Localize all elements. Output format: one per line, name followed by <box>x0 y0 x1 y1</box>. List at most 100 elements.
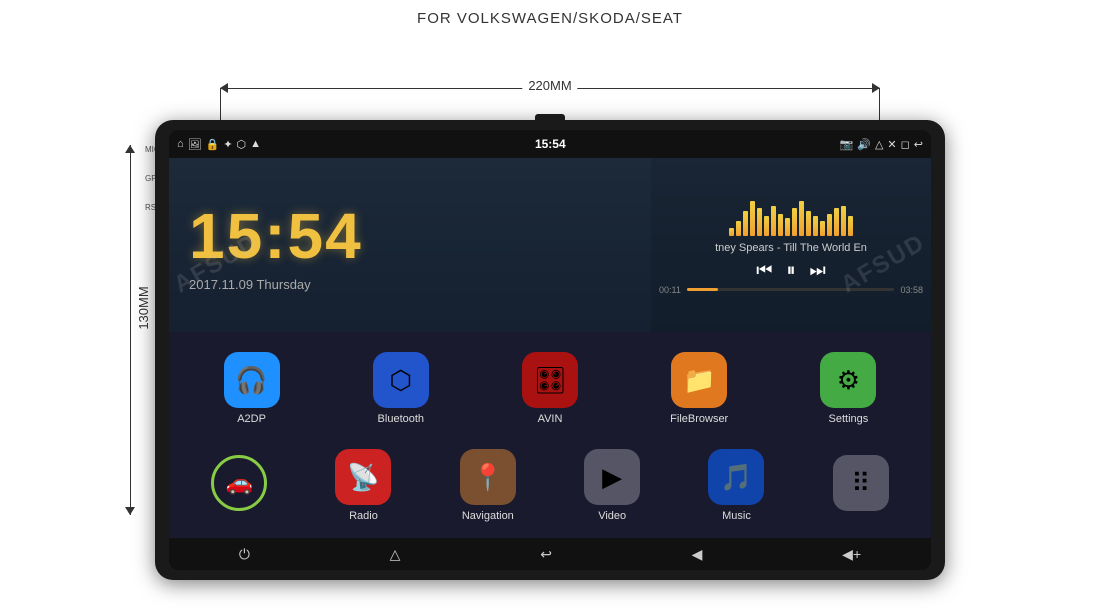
app-grid-row2: 🚗 📡 Radio 📍 Navigation ▶ Video 🎵 Music ⠿ <box>169 437 931 538</box>
app-label: Music <box>722 510 751 522</box>
bluetooth-status-icon: ⬡ <box>237 138 247 151</box>
nav-bar: ⏻ △ ↩ ◀ ◀+ <box>169 538 931 570</box>
app-icon: ⬡ <box>373 352 429 408</box>
time-total: 03:58 <box>900 285 923 295</box>
music-controls: ⏮ ⏸ ⏭ <box>756 260 825 281</box>
app-item-bluetooth[interactable]: ⬡ Bluetooth <box>326 344 475 433</box>
music-track: tney Spears - Till The World En <box>715 242 867 254</box>
app-grid-row1: 🎧 A2DP ⬡ Bluetooth 🎛 AVIN 📁 FileBrowser … <box>169 332 931 437</box>
vol-down-button[interactable]: ◀+ <box>842 546 861 563</box>
app-item-extra[interactable]: ⠿ <box>799 441 923 530</box>
app-label: Navigation <box>462 510 514 522</box>
app-label: Settings <box>829 413 869 425</box>
app-item-radio[interactable]: 📡 Radio <box>301 441 425 530</box>
app-label: A2DP <box>237 413 266 425</box>
eq-bar <box>771 206 776 236</box>
app-label: Bluetooth <box>378 413 424 425</box>
app-label: AVIN <box>538 413 563 425</box>
eq-bar <box>736 221 741 236</box>
progress-bar[interactable] <box>687 288 895 291</box>
status-bar: ⌂ 🖼 🔒 ✦ ⬡ ▲ 15:54 📷 🔊 △ ✕ ◻ ↩ <box>169 130 931 158</box>
screen-content: 15:54 2017.11.09 Thursday tney Spears - … <box>169 158 931 538</box>
back-nav-button[interactable]: ↩ <box>540 546 552 563</box>
app-label: Video <box>598 510 626 522</box>
eq-bar <box>785 218 790 236</box>
app-item-settings[interactable]: ⚙ Settings <box>774 344 923 433</box>
app-icon: 📍 <box>460 449 516 505</box>
device-notch <box>535 114 565 124</box>
clock-display: 15:54 <box>189 199 631 273</box>
power-button[interactable]: ⏻ <box>239 546 250 563</box>
top-panel: 15:54 2017.11.09 Thursday tney Spears - … <box>169 158 931 332</box>
volume-icon[interactable]: 🔊 <box>857 138 871 151</box>
time-current: 00:11 <box>659 285 681 295</box>
app-icon: 🚗 <box>211 455 267 511</box>
app-icon: 📁 <box>671 352 727 408</box>
wifi-icon: ▲ <box>250 138 261 150</box>
app-icon: ⚙ <box>820 352 876 408</box>
next-track-button[interactable]: ⏭ <box>810 260 826 281</box>
app-item-a2dp[interactable]: 🎧 A2DP <box>177 344 326 433</box>
eq-bar <box>834 208 839 236</box>
prev-nav-button[interactable]: ◀ <box>692 546 703 563</box>
music-equalizer <box>729 196 853 236</box>
eq-bar <box>764 216 769 236</box>
image-icon: 🖼 <box>188 138 202 151</box>
usb-icon: ✦ <box>223 138 232 151</box>
dim-label-horizontal: 220MM <box>522 78 577 93</box>
android-icon: ◻ <box>901 138 910 151</box>
eject-icon[interactable]: △ <box>875 138 883 151</box>
eq-bar <box>792 208 797 236</box>
eq-bar <box>820 221 825 236</box>
back-icon[interactable]: ↩ <box>914 138 923 151</box>
progress-fill <box>687 288 718 291</box>
eq-bar <box>750 201 755 236</box>
eq-bar <box>841 206 846 236</box>
app-icon: 🎛 <box>522 352 578 408</box>
dim-label-vertical: 130MM <box>136 282 151 333</box>
eq-bar <box>848 216 853 236</box>
eq-bar <box>806 211 811 236</box>
eq-bar <box>743 211 748 236</box>
clock-panel: 15:54 2017.11.09 Thursday <box>169 158 651 332</box>
status-time: 15:54 <box>535 137 566 151</box>
lock-icon: 🔒 <box>206 138 220 151</box>
status-icons-left: ⌂ 🖼 🔒 ✦ ⬡ ▲ <box>177 138 261 151</box>
eq-bar <box>757 208 762 236</box>
home-nav-button[interactable]: △ <box>390 546 401 563</box>
app-item-video[interactable]: ▶ Video <box>550 441 674 530</box>
eq-bar <box>799 201 804 236</box>
eq-bar <box>813 216 818 236</box>
app-label: Radio <box>349 510 378 522</box>
app-item-music[interactable]: 🎵 Music <box>674 441 798 530</box>
device-frame: ⌂ 🖼 🔒 ✦ ⬡ ▲ 15:54 📷 🔊 △ ✕ ◻ ↩ 1 <box>155 120 945 580</box>
camera-icon: 📷 <box>840 138 854 151</box>
page-title: FOR VOLKSWAGEN/SKODA/SEAT <box>0 0 1100 27</box>
date-display: 2017.11.09 Thursday <box>189 277 631 292</box>
app-icon: ▶ <box>584 449 640 505</box>
dim-arrow-top <box>125 145 135 153</box>
app-item-filebrowser[interactable]: 📁 FileBrowser <box>625 344 774 433</box>
play-pause-button[interactable]: ⏸ <box>787 260 796 281</box>
app-label: FileBrowser <box>670 413 728 425</box>
app-item-avin[interactable]: 🎛 AVIN <box>475 344 624 433</box>
eq-bar <box>827 214 832 236</box>
close-icon[interactable]: ✕ <box>887 138 896 151</box>
dim-line-vertical <box>130 145 131 515</box>
screen-bezel: ⌂ 🖼 🔒 ✦ ⬡ ▲ 15:54 📷 🔊 △ ✕ ◻ ↩ 1 <box>169 130 931 570</box>
prev-track-button[interactable]: ⏮ <box>756 260 772 281</box>
app-icon: ⠿ <box>833 455 889 511</box>
music-panel: tney Spears - Till The World En ⏮ ⏸ ⏭ 00… <box>651 158 931 332</box>
app-icon: 📡 <box>335 449 391 505</box>
eq-bar <box>729 228 734 236</box>
app-item-extra[interactable]: 🚗 <box>177 441 301 530</box>
dim-arrow-left <box>220 83 228 93</box>
app-item-navigation[interactable]: 📍 Navigation <box>426 441 550 530</box>
eq-bar <box>778 214 783 236</box>
status-icons-right: 📷 🔊 △ ✕ ◻ ↩ <box>840 138 923 151</box>
music-progress: 00:11 03:58 <box>659 285 923 295</box>
dim-arrow-bottom <box>125 507 135 515</box>
home-icon[interactable]: ⌂ <box>177 138 184 150</box>
app-icon: 🎧 <box>224 352 280 408</box>
app-icon: 🎵 <box>708 449 764 505</box>
